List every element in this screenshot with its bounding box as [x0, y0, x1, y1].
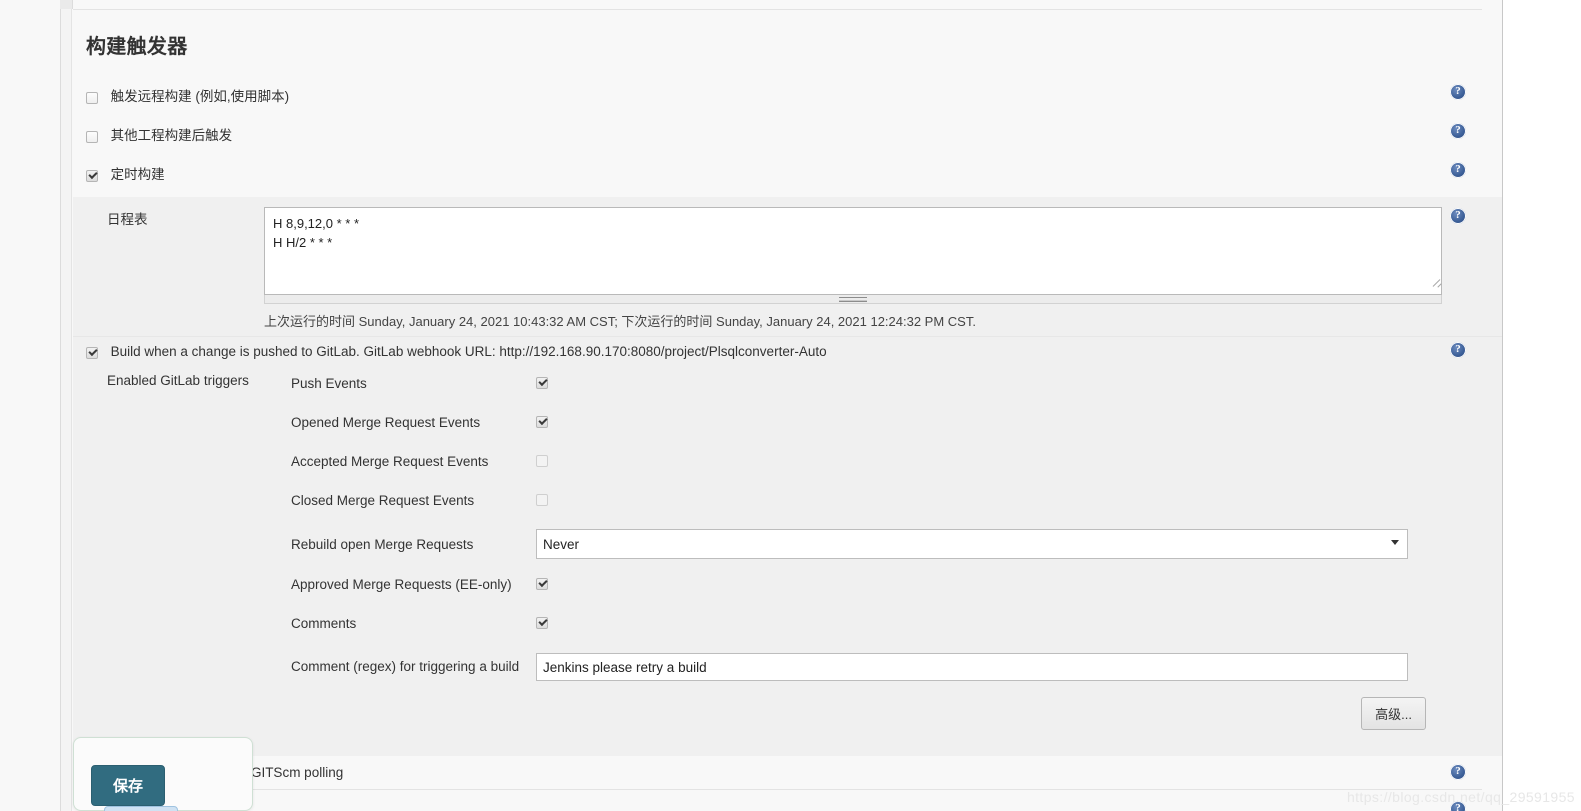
config-content: 构建触发器 触发远程构建 (例如,使用脚本) 其他工程构建后触发 定时构建 日程… [73, 10, 1502, 811]
checkbox-trigger-after-other-projects[interactable] [86, 131, 98, 143]
gitlab-row-push-events: Push Events [291, 369, 1502, 408]
gitlab-row-accepted-mr: Accepted Merge Request Events [291, 447, 1502, 486]
input-comment-regex[interactable] [536, 653, 1408, 681]
right-blank-area [1504, 0, 1581, 811]
label-opened-merge-request-events: Opened Merge Request Events [291, 415, 481, 430]
trigger-row-periodically[interactable]: 定时构建 [73, 159, 1502, 189]
checkbox-opened-merge-request-events[interactable] [536, 416, 548, 428]
gitlab-triggers-group: Enabled GitLab triggers Push Events Open… [73, 367, 1502, 730]
gitlab-row-comment-regex: Comment (regex) for triggering a build [291, 648, 1502, 693]
select-rebuild-open-merge-requests[interactable]: Never [536, 529, 1408, 559]
advanced-button[interactable]: 高级... [1361, 697, 1426, 730]
trigger-row-remote[interactable]: 触发远程构建 (例如,使用脚本) [73, 81, 1502, 111]
gitlab-header-row[interactable]: Build when a change is pushed to GitLab.… [73, 336, 1502, 367]
bottom-trigger-options: GitHub hook trigger for GITScm polling 轮… [73, 756, 1502, 811]
jenkins-job-config-page: 构建触发器 触发远程构建 (例如,使用脚本) 其他工程构建后触发 定时构建 日程… [0, 0, 1503, 811]
textarea-drag-handle[interactable] [264, 295, 1442, 304]
trigger-row-poll-scm[interactable]: 轮询 SCM [73, 793, 1502, 811]
drag-grip-icon [839, 297, 867, 302]
label-rebuild-open-merge-requests: Rebuild open Merge Requests [291, 537, 474, 552]
label-closed-merge-request-events: Closed Merge Request Events [291, 493, 475, 508]
checkbox-build-periodically[interactable] [86, 170, 98, 182]
gitlab-row-rebuild-open-mr: Rebuild open Merge Requests Never [291, 525, 1502, 570]
bottom-divider [73, 789, 1482, 790]
help-icon-github-hook-trigger[interactable] [1450, 763, 1466, 780]
checkbox-closed-merge-request-events[interactable] [536, 494, 548, 506]
checkbox-gitlab-build-on-push[interactable] [86, 347, 98, 359]
save-bar-buttons: 保存 应用 [91, 765, 252, 811]
gitlab-row-comments: Comments [291, 609, 1502, 648]
schedule-next-run-note: 上次运行的时间 Sunday, January 24, 2021 10:43:3… [264, 314, 976, 329]
left-gutter-stub [60, 0, 73, 9]
label-accepted-merge-request-events: Accepted Merge Request Events [291, 454, 489, 469]
label-gitlab-webhook: Build when a change is pushed to GitLab.… [110, 344, 827, 359]
apply-button[interactable]: 应用 [104, 806, 179, 811]
left-gutter [60, 0, 72, 811]
label-build-periodically: 定时构建 [110, 167, 165, 182]
help-icon-poll-scm[interactable] [1450, 800, 1466, 811]
label-approved-merge-requests: Approved Merge Requests (EE-only) [291, 577, 512, 592]
checkbox-accepted-merge-request-events[interactable] [536, 455, 548, 467]
help-icon-gitlab-webhook[interactable] [1450, 341, 1466, 358]
page-title: 构建触发器 [86, 36, 188, 58]
gitlab-row-opened-mr: Opened Merge Request Events [291, 408, 1502, 447]
label-enabled-gitlab-triggers: Enabled GitLab triggers [107, 373, 249, 388]
schedule-field-wrap [264, 207, 1442, 304]
gitlab-row-closed-mr: Closed Merge Request Events [291, 486, 1502, 525]
checkbox-push-events[interactable] [536, 377, 548, 389]
save-button[interactable]: 保存 [91, 765, 166, 806]
label-push-events: Push Events [291, 376, 367, 391]
advanced-button-wrap: 高级... [73, 697, 1502, 730]
checkbox-trigger-remote-build[interactable] [86, 92, 98, 104]
gitlab-trigger-rows: Push Events Opened Merge Request Events … [291, 369, 1502, 693]
label-comment-regex: Comment (regex) for triggering a build [291, 659, 520, 674]
label-comments: Comments [291, 616, 357, 631]
schedule-textarea[interactable] [264, 207, 1442, 295]
trigger-row-github-hook[interactable]: GitHub hook trigger for GITScm polling [73, 756, 1502, 793]
schedule-label: 日程表 [107, 212, 148, 227]
label-trigger-after-other-projects: 其他工程构建后触发 [110, 128, 233, 143]
checkbox-approved-merge-requests[interactable] [536, 578, 548, 590]
gitlab-row-approved-mr: Approved Merge Requests (EE-only) [291, 570, 1502, 609]
help-icon-schedule[interactable] [1450, 207, 1466, 224]
label-trigger-remote-build: 触发远程构建 (例如,使用脚本) [110, 89, 290, 104]
schedule-block: 日程表 上次运行的时间 Sunday, January 24, 2021 10:… [73, 197, 1502, 336]
help-icon-trigger-remote-build[interactable] [1450, 83, 1466, 100]
trigger-row-after-other[interactable]: 其他工程构建后触发 [73, 120, 1502, 150]
floating-save-bar: 保存 应用 [73, 737, 253, 811]
checkbox-comments[interactable] [536, 617, 548, 629]
help-icon-build-periodically[interactable] [1450, 161, 1466, 178]
gitlab-trigger-block: Build when a change is pushed to GitLab.… [73, 336, 1502, 756]
help-icon-trigger-after-other-projects[interactable] [1450, 122, 1466, 139]
